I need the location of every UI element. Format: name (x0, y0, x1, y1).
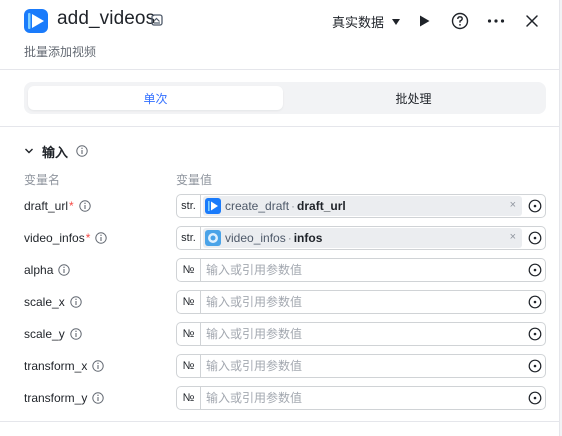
video-app-icon (205, 198, 221, 214)
info-icon (79, 200, 91, 212)
param-name: video_infos (24, 231, 85, 245)
target-icon[interactable] (528, 295, 542, 309)
clear-reference-button[interactable]: × (510, 199, 516, 211)
video-app-icon (24, 9, 48, 33)
info-icon (69, 296, 82, 308)
param-label-transform-y: transform_y (24, 391, 105, 405)
param-value-field-video-infos[interactable]: str. video_infos · infos × (176, 226, 546, 250)
info-icon (76, 145, 88, 157)
param-value-field-alpha[interactable]: № (176, 258, 546, 282)
param-name: scale_y (24, 327, 65, 341)
param-name: scale_x (24, 295, 65, 309)
type-badge[interactable]: № (177, 323, 201, 345)
column-header-name: 变量名 (24, 173, 61, 187)
type-badge[interactable]: str. (177, 227, 201, 249)
more-button[interactable] (484, 9, 508, 33)
help-icon (451, 12, 469, 30)
tab-batch[interactable]: 批处理 (286, 86, 541, 110)
chevron-down-icon (392, 18, 401, 25)
info-icon (95, 232, 108, 244)
type-badge[interactable]: str. (177, 195, 201, 217)
param-value-field-scale-x[interactable]: № (176, 290, 546, 314)
param-value-field-transform-x[interactable]: № (176, 354, 546, 378)
edit-icon[interactable] (150, 13, 164, 27)
tab-single[interactable]: 单次 (28, 86, 283, 110)
play-icon (420, 15, 430, 27)
param-label-transform-x: transform_x (24, 359, 105, 373)
param-name: transform_x (24, 359, 88, 373)
node-description: 批量添加视频 (24, 45, 97, 59)
param-value-field-scale-y[interactable]: № (176, 322, 546, 346)
panel-header: add_videos 批量添加视频 真实数据 (0, 0, 560, 70)
param-label-scale-y: scale_y (24, 327, 82, 341)
more-icon (487, 19, 505, 23)
required-mark: * (85, 231, 91, 245)
reference-chip[interactable]: create_draft · draft_url × (203, 196, 522, 216)
target-icon[interactable] (528, 359, 542, 373)
run-button[interactable] (412, 9, 436, 33)
param-value-input[interactable] (203, 355, 519, 377)
type-badge[interactable]: № (177, 259, 201, 281)
clear-reference-button[interactable]: × (510, 231, 516, 243)
ref-separator: · (291, 199, 296, 213)
param-value-input[interactable] (203, 387, 519, 409)
info-icon (69, 328, 82, 340)
data-mode-label: 真实数据 (332, 15, 385, 30)
param-value-input[interactable] (203, 291, 519, 313)
section-title: 输入 (42, 144, 69, 160)
param-value-input[interactable] (203, 323, 519, 345)
param-value-field-draft-url[interactable]: str. create_draft · draft_url × (176, 194, 546, 218)
param-label-video-infos: video_infos * (24, 231, 108, 245)
param-label-draft-url: draft_url * (24, 199, 91, 213)
column-header-value: 变量值 (176, 173, 213, 187)
divider (0, 421, 560, 422)
reference-chip[interactable]: video_infos · infos × (203, 228, 522, 248)
info-icon (92, 360, 105, 372)
ref-node-name: video_infos (225, 231, 286, 245)
target-icon[interactable] (528, 231, 542, 245)
divider (0, 126, 560, 127)
target-icon[interactable] (528, 199, 542, 213)
ref-var-name: draft_url (297, 199, 346, 213)
help-button[interactable] (448, 9, 472, 33)
target-icon[interactable] (528, 327, 542, 341)
info-icon (58, 264, 71, 276)
info-icon (92, 392, 105, 404)
param-label-scale-x: scale_x (24, 295, 82, 309)
ref-var-name: infos (293, 231, 323, 245)
data-mode-select[interactable]: 真实数据 (332, 12, 401, 31)
required-mark: * (69, 199, 74, 213)
type-badge[interactable]: № (177, 355, 201, 377)
ref-separator: · (287, 231, 292, 245)
input-section-header[interactable]: 输入 (24, 142, 88, 160)
mode-tabs: 单次 批处理 (24, 82, 546, 114)
video-node-icon (205, 230, 221, 246)
close-button[interactable] (520, 9, 544, 33)
param-name: transform_y (24, 391, 88, 405)
ref-node-name: create_draft (225, 199, 290, 213)
type-badge[interactable]: № (177, 291, 201, 313)
param-value-field-transform-y[interactable]: № (176, 386, 546, 410)
param-label-alpha: alpha (24, 263, 71, 277)
type-badge[interactable]: № (177, 387, 201, 409)
node-title[interactable]: add_videos (57, 8, 155, 30)
target-icon[interactable] (528, 263, 542, 277)
target-icon[interactable] (528, 391, 542, 405)
param-value-input[interactable] (203, 259, 519, 281)
close-icon (526, 15, 538, 27)
param-name: alpha (24, 263, 54, 277)
param-name: draft_url (24, 199, 69, 213)
chevron-down-icon[interactable] (24, 146, 34, 156)
node-config-panel: add_videos 批量添加视频 真实数据 单次 批处理 输入 变量名 变量值… (0, 0, 560, 436)
